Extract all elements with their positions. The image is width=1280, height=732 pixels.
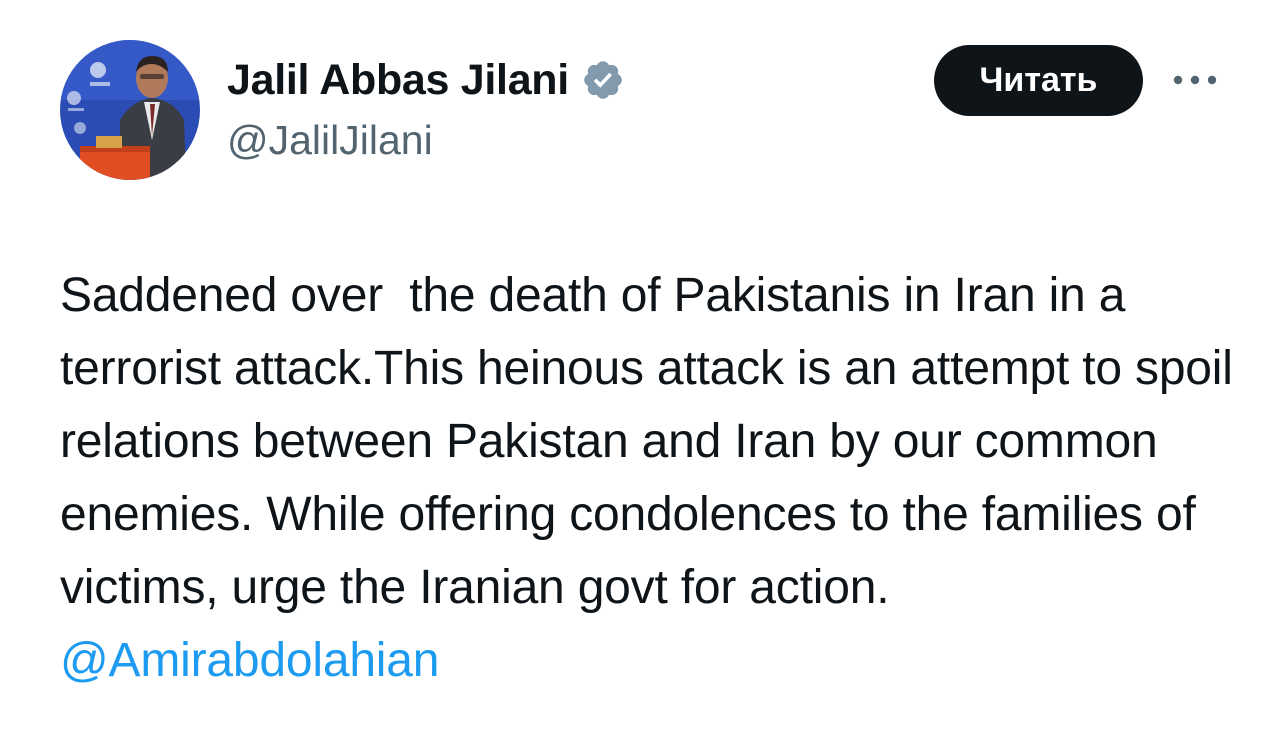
tweet-text: Saddened over the death of Pakistanis in… bbox=[60, 269, 1246, 614]
more-dots-icon bbox=[1173, 75, 1217, 85]
follow-button[interactable]: Читать bbox=[934, 45, 1143, 116]
more-options-button[interactable] bbox=[1168, 60, 1222, 100]
tweet-body: Saddened over the death of Pakistanis in… bbox=[60, 259, 1240, 697]
avatar[interactable] bbox=[60, 40, 200, 180]
author-handle[interactable]: @JalilJilani bbox=[227, 114, 433, 166]
mention-link[interactable]: @Amirabdolahian bbox=[60, 634, 439, 687]
tweet-card: Jalil Abbas Jilani @JalilJilani Читать S… bbox=[0, 0, 1280, 732]
verified-badge-icon bbox=[581, 58, 625, 102]
author-display-name[interactable]: Jalil Abbas Jilani bbox=[227, 52, 569, 108]
author-name-row: Jalil Abbas Jilani bbox=[227, 52, 625, 108]
avatar-photo bbox=[60, 40, 200, 180]
